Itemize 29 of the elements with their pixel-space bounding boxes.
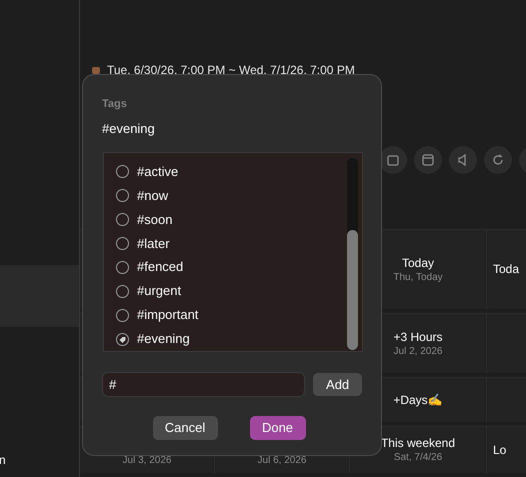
dialog-label: Tags (102, 97, 128, 111)
cell-subtitle: Jul 6, 2026 (258, 454, 306, 467)
grid-cell[interactable]: Toda (487, 229, 526, 309)
cell-title: Today (402, 256, 434, 270)
dialog-value: #evening (102, 121, 156, 137)
tag-option[interactable]: #now (116, 184, 347, 208)
cell-subtitle: Jul 3, 2026 (122, 454, 172, 467)
new-tag-field[interactable]: # (102, 372, 306, 397)
tag-option[interactable]: #later (116, 232, 347, 256)
cell-subtitle: Sat, 7/4/26 (394, 451, 442, 464)
event-date-range: Tue, 6/30/26, 7:00 PM ~ Wed, 7/1/26, 7:00 PM (107, 62, 355, 79)
cell-title: +Days✍ (393, 392, 443, 408)
add-button[interactable]: Add (313, 373, 362, 396)
sidebar-item[interactable]: n (0, 451, 6, 469)
grid-cell[interactable]: Lo (487, 426, 526, 473)
cancel-button[interactable]: Cancel (152, 416, 218, 440)
cell-subtitle: Jul 2, 2026 (394, 344, 442, 358)
tag-option[interactable]: #urgent (116, 279, 347, 304)
cell-title: Lo (493, 442, 506, 458)
tag-option[interactable]: #active (116, 160, 347, 184)
cell-subtitle: Thu, Today (393, 270, 443, 284)
cell-title: This weekend (380, 436, 456, 451)
tag-option[interactable]: #evening (116, 327, 347, 351)
tag-option[interactable]: #fenced (116, 256, 347, 280)
cell-title: +3 Hours (393, 330, 443, 344)
tag-option[interactable]: #important (116, 303, 347, 328)
cell-title: Toda (493, 262, 520, 277)
done-button[interactable]: Done (250, 416, 306, 440)
tag-option[interactable]: #soon (116, 208, 347, 232)
